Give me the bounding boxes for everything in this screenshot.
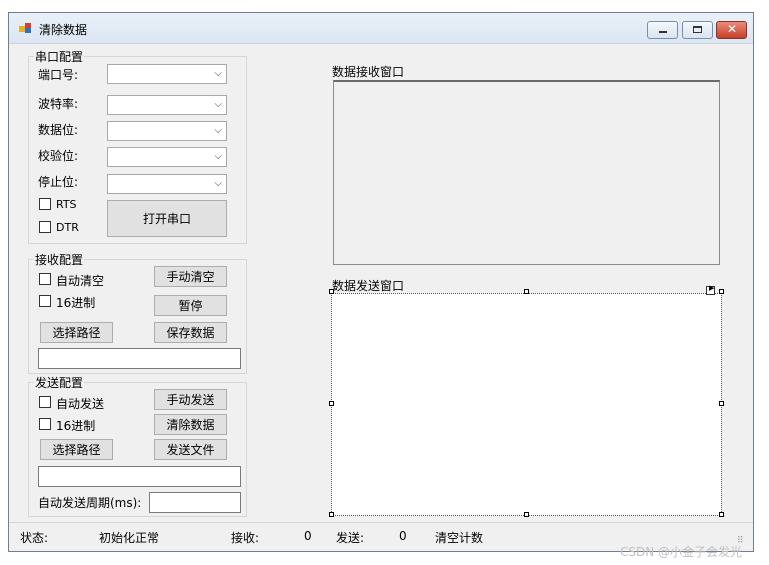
recv-count-value: 0 — [304, 529, 312, 543]
rts-label: RTS — [56, 198, 77, 211]
app-window: 清除数据 ✕ 串口配置 端口号: ⌵ 波特率: ⌵ 数据位: ⌵ 校验位: ⌵ … — [8, 12, 754, 552]
port-label: 端口号: — [38, 68, 79, 82]
manual-send-button[interactable]: 手动发送 — [154, 389, 227, 410]
baud-combo[interactable]: ⌵ — [107, 95, 227, 115]
clear-count-button[interactable]: 清空计数 — [435, 529, 483, 546]
stopbits-combo[interactable]: ⌵ — [107, 174, 227, 194]
title-bar[interactable]: 清除数据 ✕ — [9, 13, 753, 44]
clear-data-button[interactable]: 清除数据 — [154, 414, 227, 435]
resize-handle[interactable] — [329, 512, 334, 517]
recv-path-input[interactable] — [38, 348, 241, 369]
status-value: 初始化正常 — [99, 531, 160, 545]
manual-clear-button[interactable]: 手动清空 — [154, 266, 227, 287]
save-data-button[interactable]: 保存数据 — [154, 322, 227, 343]
watermark: CSDN @小金子会发光 — [620, 545, 743, 559]
dtr-checkbox[interactable] — [39, 221, 51, 233]
databits-label: 数据位: — [38, 123, 79, 137]
resize-handle[interactable] — [329, 289, 334, 294]
status-bar-divider — [9, 522, 753, 523]
resize-handle[interactable] — [719, 289, 724, 294]
chevron-down-icon: ⌵ — [214, 151, 222, 162]
period-input[interactable] — [149, 492, 241, 513]
resize-handle[interactable] — [719, 401, 724, 406]
dtr-label: DTR — [56, 221, 79, 234]
chevron-down-icon: ⌵ — [214, 125, 222, 136]
port-combo[interactable]: ⌵ — [107, 64, 227, 84]
send-window-label: 数据发送窗口 — [332, 279, 405, 293]
receive-window-label: 数据接收窗口 — [332, 65, 405, 79]
receive-textarea[interactable] — [333, 80, 720, 265]
recv-hex-label: 16进制 — [56, 296, 96, 310]
arrow-right-icon: ▶ — [709, 284, 715, 292]
chevron-down-icon: ⌵ — [214, 99, 222, 110]
serial-config-title: 串口配置 — [34, 48, 85, 65]
send-file-button[interactable]: 发送文件 — [154, 439, 227, 460]
minimize-button[interactable] — [647, 21, 678, 39]
send-choose-path-button[interactable]: 选择路径 — [40, 439, 113, 460]
recv-choose-path-button[interactable]: 选择路径 — [40, 322, 113, 343]
send-hex-label: 16进制 — [56, 419, 96, 433]
auto-send-label: 自动发送 — [56, 397, 105, 411]
period-label: 自动发送周期(ms): — [38, 496, 142, 510]
stopbits-label: 停止位: — [38, 175, 79, 189]
app-icon — [19, 23, 31, 33]
auto-clear-checkbox[interactable] — [39, 273, 51, 285]
send-path-input[interactable] — [38, 466, 241, 487]
databits-combo[interactable]: ⌵ — [107, 121, 227, 141]
send-count-label: 发送: — [336, 531, 365, 545]
smart-tag-icon[interactable]: ▶ — [706, 284, 715, 295]
chevron-down-icon: ⌵ — [214, 178, 222, 189]
parity-label: 校验位: — [38, 149, 79, 163]
minimize-icon — [659, 31, 667, 33]
close-icon: ✕ — [727, 22, 738, 36]
resize-handle[interactable] — [719, 512, 724, 517]
resize-handle[interactable] — [524, 289, 529, 294]
rts-checkbox[interactable] — [39, 198, 51, 210]
maximize-icon — [693, 26, 702, 33]
send-hex-checkbox[interactable] — [39, 418, 51, 430]
pause-button[interactable]: 暂停 — [154, 295, 227, 316]
send-config-title: 发送配置 — [34, 374, 85, 391]
open-port-button[interactable]: 打开串口 — [107, 200, 227, 237]
send-count-value: 0 — [399, 529, 407, 543]
baud-label: 波特率: — [38, 97, 79, 111]
resize-handle[interactable] — [329, 401, 334, 406]
window-title: 清除数据 — [39, 23, 88, 37]
resize-handle[interactable] — [524, 512, 529, 517]
recv-hex-checkbox[interactable] — [39, 295, 51, 307]
auto-clear-label: 自动清空 — [56, 274, 105, 288]
chevron-down-icon: ⌵ — [214, 68, 222, 79]
close-button[interactable]: ✕ — [716, 21, 747, 39]
receive-config-title: 接收配置 — [34, 251, 85, 268]
maximize-button[interactable] — [682, 21, 713, 39]
status-label: 状态: — [20, 531, 49, 545]
parity-combo[interactable]: ⌵ — [107, 147, 227, 167]
auto-send-checkbox[interactable] — [39, 396, 51, 408]
send-textarea[interactable] — [331, 293, 722, 516]
recv-count-label: 接收: — [231, 531, 260, 545]
